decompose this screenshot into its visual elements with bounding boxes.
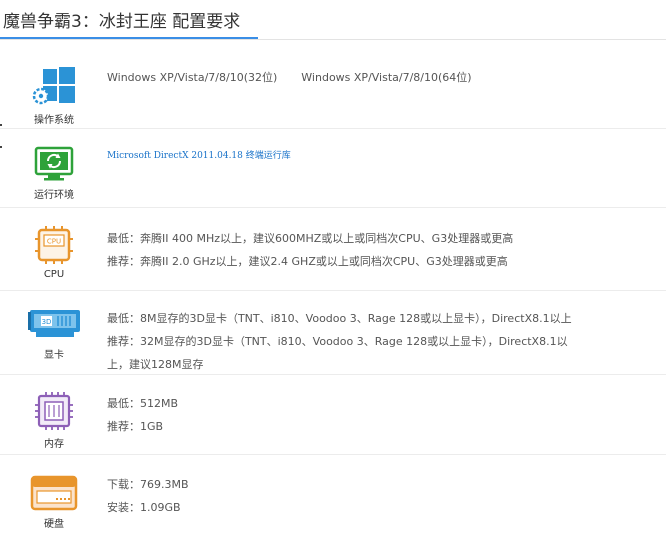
- svg-text:CPU: CPU: [47, 238, 61, 246]
- hard-disk-icon: [30, 475, 78, 511]
- svg-text:3D: 3D: [42, 318, 52, 326]
- windows-gear-icon: [32, 67, 75, 105]
- ram-label: 内存: [44, 439, 64, 450]
- refresh-monitor-icon: [34, 146, 74, 181]
- ram-icon-box: 内存: [28, 391, 80, 450]
- os-label: 操作系统: [34, 115, 74, 126]
- gpu-recommended-text: 推荐：32M显存的3D显卡（TNT、i810、Voodoo 3、Rage 128…: [107, 335, 568, 348]
- runtime-label: 运行环境: [34, 190, 74, 201]
- disk-install-text: 安装：1.09GB: [107, 501, 181, 514]
- title-underline: [0, 37, 258, 39]
- requirement-row-gpu: 3D 显卡 最低：8M显存的3D显卡（TNT、i810、Voodoo 3、Rag…: [0, 291, 666, 375]
- cpu-minimum-text: 最低：奔腾II 400 MHz以上，建议600MHZ或以上或同档次CPU、G3处…: [107, 232, 514, 245]
- gpu-icon-box: 3D 显卡: [28, 308, 80, 361]
- requirement-row-disk: 硬盘 下载：769.3MB 安装：1.09GB: [0, 455, 666, 538]
- requirement-row-ram: 内存 最低：512MB 推荐：1GB: [0, 375, 666, 455]
- os-content: Windows XP/Vista/7/8/10(32位) Windows XP/V…: [107, 66, 472, 89]
- gpu-recommended-text-continued: 上，建议128M显存: [107, 358, 204, 371]
- requirement-row-runtime: 运行环境 Microsoft DirectX 2011.04.18 终端运行库: [0, 129, 666, 208]
- requirement-row-cpu: CPU CPU 最低：奔腾II 400 MHz以上，建议600MHZ或以上或同档…: [0, 208, 666, 291]
- graphics-card-icon: 3D: [28, 310, 80, 337]
- cpu-chip-icon: CPU: [35, 226, 73, 264]
- cpu-recommended-text: 推荐：奔腾II 2.0 GHz以上，建议2.4 GHZ或以上或同档次CPU、G3…: [107, 255, 508, 268]
- disk-download-text: 下载：769.3MB: [107, 478, 189, 491]
- disk-icon-box: 硬盘: [28, 475, 80, 530]
- gpu-label: 显卡: [44, 350, 64, 361]
- page-header: 魔兽争霸3：冰封王座 配置要求: [0, 0, 666, 40]
- disk-content: 下载：769.3MB 安装：1.09GB: [107, 473, 189, 519]
- cpu-label: CPU: [43, 269, 65, 280]
- ram-content: 最低：512MB 推荐：1GB: [107, 392, 178, 438]
- requirement-row-os: 操作系统 Windows XP/Vista/7/8/10(32位) Windows…: [0, 41, 666, 129]
- gpu-minimum-text: 最低：8M显存的3D显卡（TNT、i810、Voodoo 3、Rage 128或…: [107, 312, 572, 325]
- os-64bit-text: Windows XP/Vista/7/8/10(64位): [301, 71, 472, 84]
- runtime-icon-box: 运行环境: [28, 146, 80, 201]
- cpu-icon-box: CPU CPU: [28, 225, 80, 280]
- directx-runtime-link[interactable]: Microsoft DirectX 2011.04.18 终端运行库: [107, 145, 291, 168]
- cpu-content: 最低：奔腾II 400 MHz以上，建议600MHZ或以上或同档次CPU、G3处…: [107, 227, 513, 273]
- gpu-content: 最低：8M显存的3D显卡（TNT、i810、Voodoo 3、Rage 128或…: [107, 307, 572, 376]
- disk-label: 硬盘: [44, 519, 64, 530]
- os-32bit-text: Windows XP/Vista/7/8/10(32位): [107, 71, 278, 84]
- os-requirement-line: Windows XP/Vista/7/8/10(32位) Windows XP/V…: [107, 66, 472, 89]
- memory-chip-icon: [35, 392, 73, 430]
- runtime-content: Microsoft DirectX 2011.04.18 终端运行库: [107, 145, 291, 168]
- os-icon-box: 操作系统: [28, 65, 80, 126]
- ram-recommended-text: 推荐：1GB: [107, 420, 164, 433]
- ram-minimum-text: 最低：512MB: [107, 397, 179, 410]
- page-title: 魔兽争霸3：冰封王座 配置要求: [3, 12, 241, 32]
